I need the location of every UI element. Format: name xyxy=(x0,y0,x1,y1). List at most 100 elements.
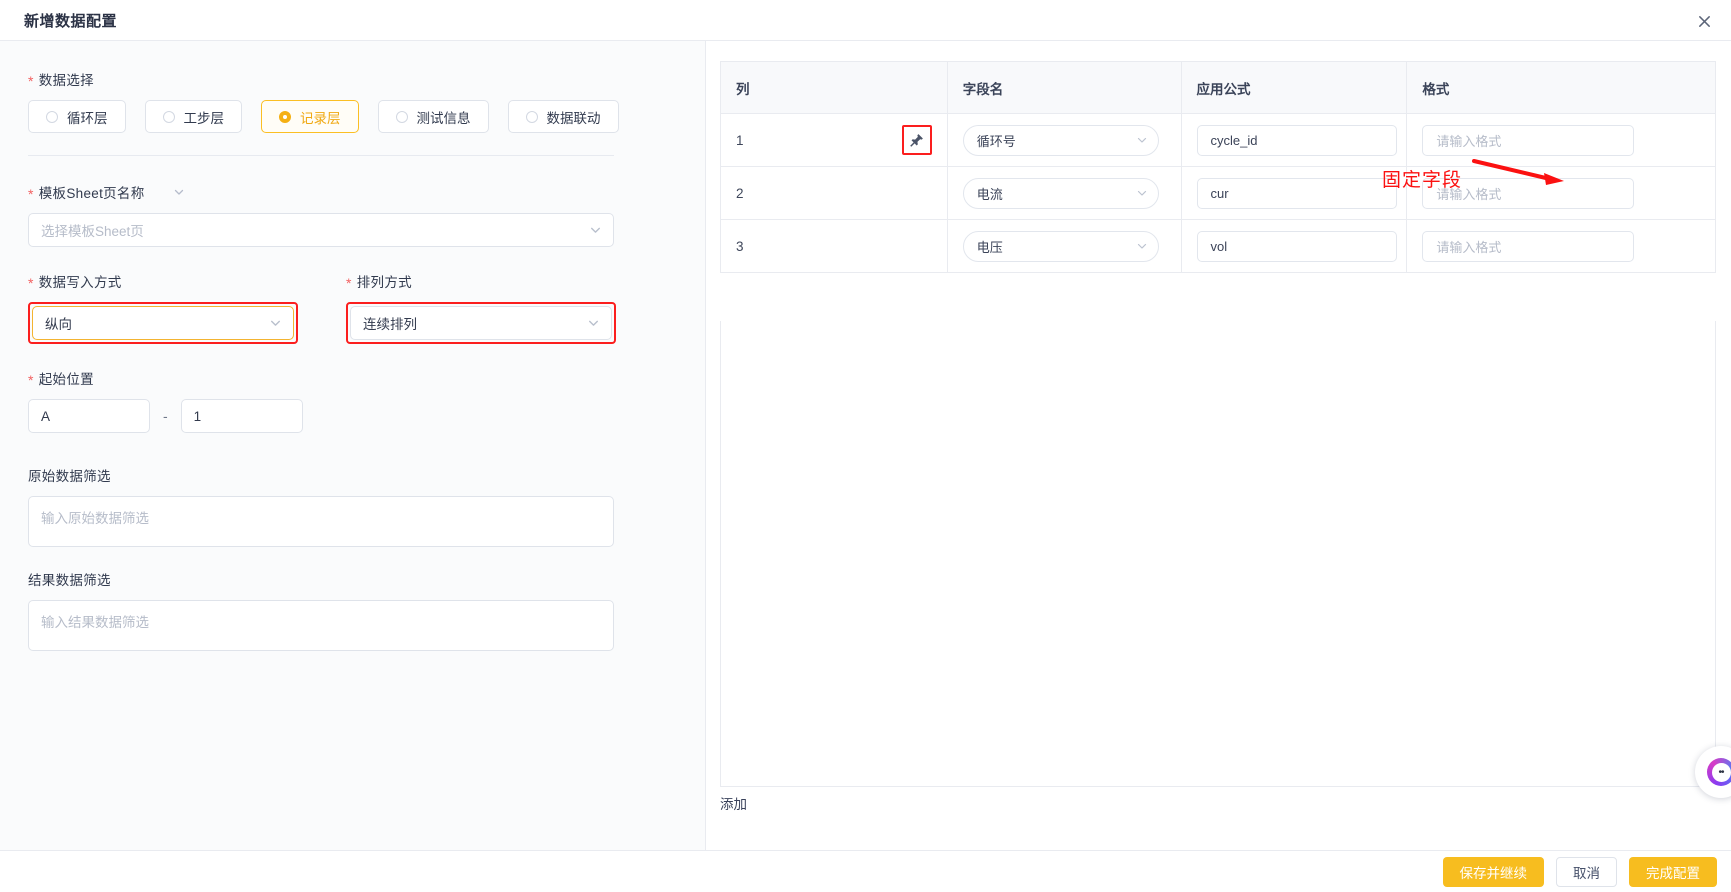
cell-index: 1 xyxy=(721,114,948,166)
config-form-pane: * 数据选择 循环层 工步层 记录层 测试信息 数据联动 * 模板Sheet页名… xyxy=(0,41,706,850)
field-value: 循环号 xyxy=(976,133,1016,149)
table-row: 3 电压 vol 请输入格式 xyxy=(721,220,1715,273)
radio-label: 循环层 xyxy=(67,110,108,126)
cell-format: 请输入格式 xyxy=(1407,220,1715,272)
formula-value: vol xyxy=(1210,238,1228,254)
table-header-row: 列 字段名 应用公式 格式 xyxy=(721,62,1716,114)
radio-option-data-link[interactable]: 数据联动 xyxy=(507,100,619,133)
chevron-down-icon xyxy=(1136,240,1148,252)
radio-label: 数据联动 xyxy=(546,110,601,126)
formula-value: cycle_id xyxy=(1210,132,1258,148)
required-star: * xyxy=(28,73,34,89)
row-number: 2 xyxy=(736,185,744,201)
required-star: * xyxy=(28,275,34,291)
annotation-fixed-field: 固定字段 xyxy=(1382,169,1463,191)
write-mode-label-text: 数据写入方式 xyxy=(38,275,122,290)
dialog-footer: 保存并继续 取消 完成配置 xyxy=(0,850,1731,892)
row-number: 3 xyxy=(736,238,744,254)
chevron-down-icon xyxy=(269,317,282,330)
radio-option-step-layer[interactable]: 工步层 xyxy=(144,100,242,133)
result-filter-textarea[interactable]: 输入结果数据筛选 xyxy=(28,600,614,651)
start-column-input[interactable]: A xyxy=(28,399,150,433)
dialog-titlebar: 新增数据配置 xyxy=(0,0,1731,41)
field-select[interactable]: 电流 xyxy=(962,177,1159,209)
formula-input[interactable]: vol xyxy=(1196,230,1397,262)
column-header-field: 字段名 xyxy=(947,62,1182,113)
field-select[interactable]: 电压 xyxy=(962,230,1159,262)
arrange-mode-label-text: 排列方式 xyxy=(356,275,412,290)
cancel-button[interactable]: 取消 xyxy=(1556,856,1617,887)
formula-input[interactable]: cycle_id xyxy=(1196,124,1397,156)
add-row-link[interactable]: 添加 xyxy=(720,793,747,813)
table-row: 2 电流 cur 请输入格式 xyxy=(721,167,1715,220)
chevron-down-icon xyxy=(587,317,600,330)
chevron-down-icon xyxy=(1136,187,1148,199)
table-empty-area xyxy=(720,321,1716,787)
required-star: * xyxy=(28,372,34,388)
write-mode-value: 纵向 xyxy=(45,317,72,332)
chevron-down-icon[interactable] xyxy=(173,186,185,198)
cell-field: 循环号 xyxy=(948,114,1182,166)
arrange-mode-value: 连续排列 xyxy=(363,317,417,332)
start-row-value: 1 xyxy=(193,408,202,424)
raw-filter-placeholder: 输入原始数据筛选 xyxy=(41,511,149,526)
radio-label: 测试信息 xyxy=(416,110,471,126)
column-header-index: 列 xyxy=(721,62,948,113)
finish-config-button[interactable]: 完成配置 xyxy=(1629,856,1717,887)
field-value: 电流 xyxy=(976,186,1003,202)
result-filter-label: 结果数据筛选 xyxy=(28,573,111,588)
columns-table-pane: 列 字段名 应用公式 格式 1 循环号 cycle_id 请输入格式 2 电流 … xyxy=(706,41,1731,850)
write-mode-label: * 数据写入方式 xyxy=(28,271,298,291)
raw-filter-textarea[interactable]: 输入原始数据筛选 xyxy=(28,496,614,547)
raw-filter-group: 原始数据筛选 输入原始数据筛选 xyxy=(28,465,677,547)
cell-field: 电流 xyxy=(948,167,1182,219)
pin-icon[interactable] xyxy=(905,128,929,152)
result-filter-placeholder: 输入结果数据筛选 xyxy=(41,615,149,630)
add-data-config-dialog: 新增数据配置 * 数据选择 循环层 工步层 记录层 测试信息 数据联动 * 模板… xyxy=(0,0,1731,892)
format-placeholder: 请输入格式 xyxy=(1436,239,1502,255)
columns-table: 列 字段名 应用公式 格式 1 循环号 cycle_id 请输入格式 2 电流 … xyxy=(720,61,1716,273)
radio-option-cycle-layer[interactable]: 循环层 xyxy=(28,100,126,133)
arrange-mode-select[interactable]: 连续排列 xyxy=(350,306,612,340)
dialog-body: * 数据选择 循环层 工步层 记录层 测试信息 数据联动 * 模板Sheet页名… xyxy=(0,41,1731,850)
format-input[interactable]: 请输入格式 xyxy=(1422,230,1635,262)
sheet-name-select[interactable]: 选择模板Sheet页 xyxy=(28,213,614,247)
table-row: 1 循环号 cycle_id 请输入格式 xyxy=(721,114,1715,167)
radio-option-test-info[interactable]: 测试信息 xyxy=(377,100,489,133)
required-star: * xyxy=(28,186,34,202)
radio-dot-icon xyxy=(395,110,408,123)
write-mode-group: * 数据写入方式 纵向 xyxy=(28,271,298,344)
cell-field: 电压 xyxy=(948,220,1182,272)
close-icon[interactable] xyxy=(1691,8,1717,34)
radio-label: 记录层 xyxy=(300,110,341,126)
save-and-continue-button[interactable]: 保存并继续 xyxy=(1442,856,1544,887)
start-row-input[interactable]: 1 xyxy=(180,399,303,433)
required-star: * xyxy=(346,275,352,291)
column-header-formula: 应用公式 xyxy=(1181,62,1408,113)
start-position-row: A - 1 xyxy=(28,399,677,433)
sheet-name-label-text: 模板Sheet页名称 xyxy=(38,186,145,201)
start-position-label: * 起始位置 xyxy=(28,368,677,388)
cell-formula: vol xyxy=(1182,220,1408,272)
page-title: 新增数据配置 xyxy=(24,12,118,30)
mode-row: * 数据写入方式 纵向 * 排列方式 连续排列 xyxy=(28,271,677,344)
radio-label: 工步层 xyxy=(183,110,225,126)
sheet-name-label: * 模板Sheet页名称 xyxy=(28,182,677,202)
radio-dot-icon xyxy=(46,110,58,123)
data-select-radio-group: 循环层 工步层 记录层 测试信息 数据联动 xyxy=(28,100,677,133)
column-header-format: 格式 xyxy=(1407,62,1716,113)
cell-index: 3 xyxy=(721,220,948,272)
formula-value: cur xyxy=(1210,185,1229,201)
pin-highlight xyxy=(901,125,932,155)
field-value: 电压 xyxy=(976,239,1003,255)
formula-input[interactable]: cur xyxy=(1196,177,1397,209)
radio-dot-icon xyxy=(525,110,538,123)
radio-dot-icon xyxy=(162,110,175,123)
arrange-mode-group: * 排列方式 连续排列 xyxy=(346,271,616,344)
field-select[interactable]: 循环号 xyxy=(962,124,1159,156)
write-mode-select[interactable]: 纵向 xyxy=(32,306,294,340)
result-filter-group: 结果数据筛选 输入结果数据筛选 xyxy=(28,569,677,651)
format-placeholder: 请输入格式 xyxy=(1436,133,1502,149)
format-input[interactable]: 请输入格式 xyxy=(1422,124,1635,156)
radio-option-record-layer[interactable]: 记录层 xyxy=(261,100,359,133)
